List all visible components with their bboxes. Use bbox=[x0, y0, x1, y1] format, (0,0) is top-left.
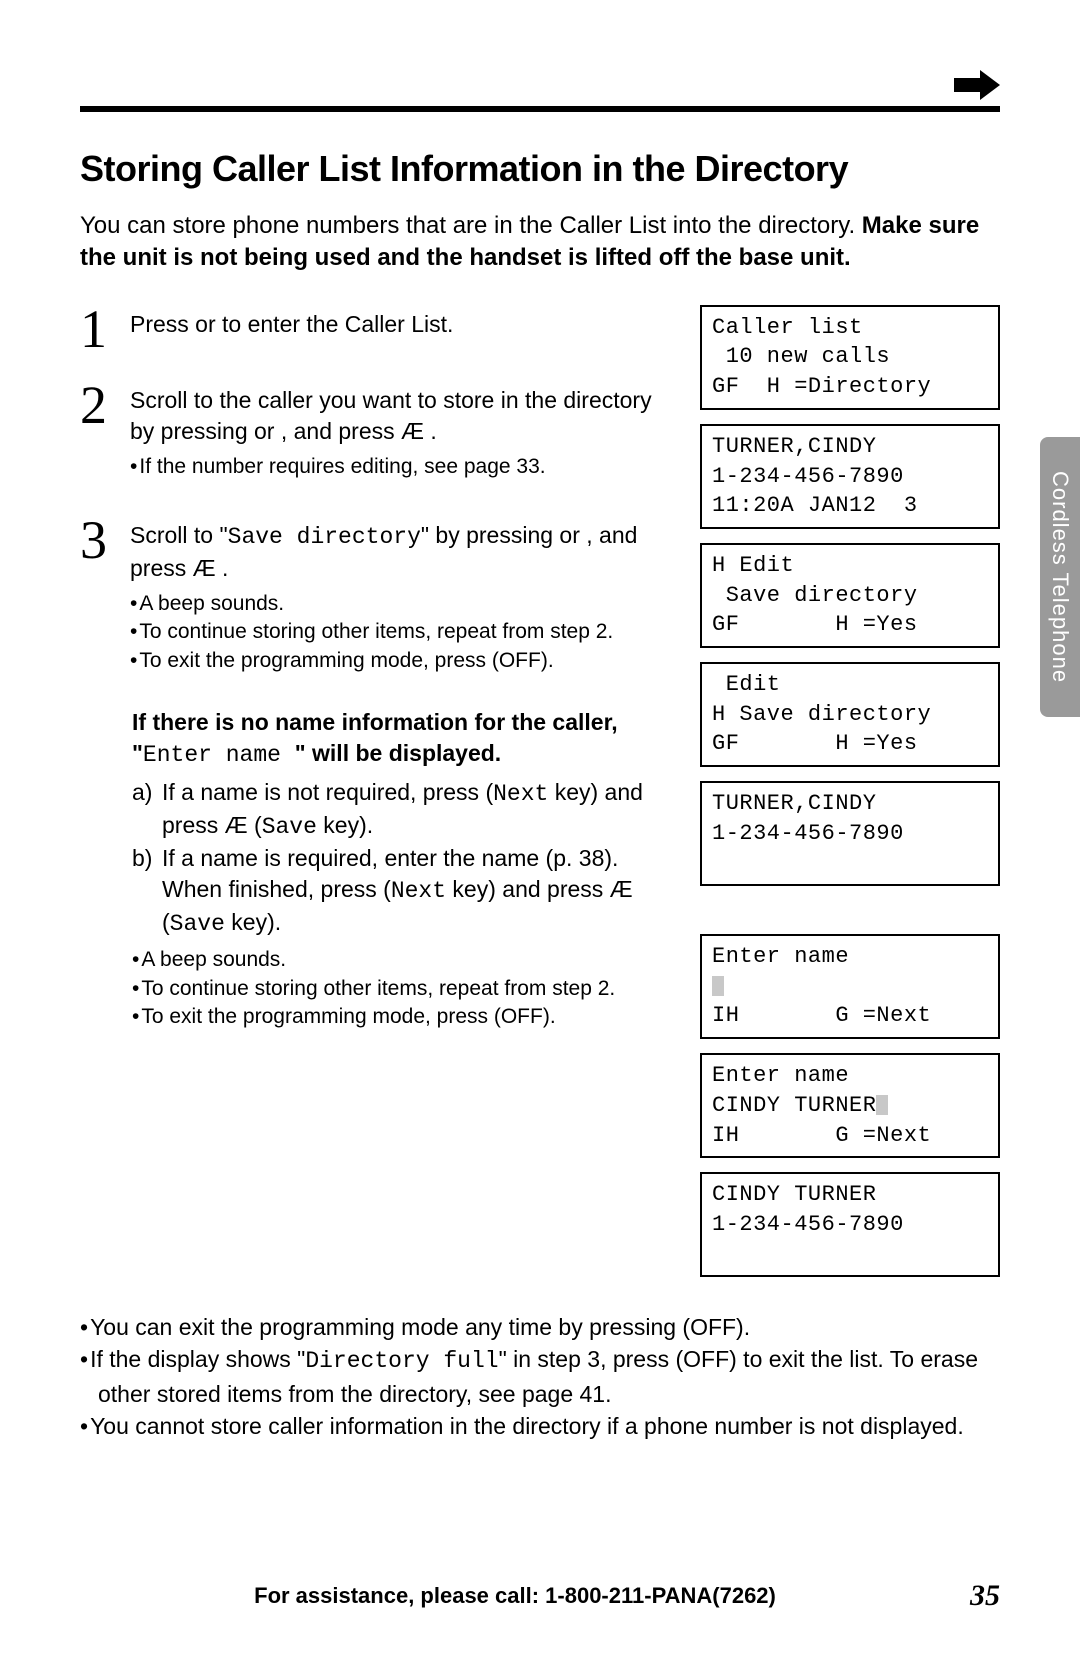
d7-l3: IH G =Next bbox=[712, 1123, 931, 1148]
a-pre: If a name is not required, press ( bbox=[162, 779, 493, 805]
step-3-text-mono: Save directory bbox=[228, 524, 421, 550]
step-number: 2 bbox=[80, 381, 116, 481]
no-name-block: If there is no name information for the … bbox=[80, 703, 672, 1031]
step-2: 2 Scroll to the caller you want to store… bbox=[80, 381, 672, 481]
d7-l2: CINDY TURNER bbox=[712, 1093, 876, 1118]
b-save: Save bbox=[170, 911, 225, 937]
step-1: 1 Press or to enter the Caller List. bbox=[80, 305, 672, 354]
n2-mono: Directory full bbox=[305, 1348, 498, 1374]
lcd-display-1: Caller list 10 new calls GF H =Directory bbox=[700, 305, 1000, 410]
a-next: Next bbox=[493, 781, 548, 807]
lcd-display-6: Enter name IH G =Next bbox=[700, 934, 1000, 1039]
text-cursor-icon bbox=[712, 976, 724, 996]
step-number: 1 bbox=[80, 305, 116, 354]
n2-pre: If the display shows " bbox=[90, 1346, 305, 1372]
step-2-text: Scroll to the caller you want to store i… bbox=[130, 387, 652, 444]
step-3-bullet-1: A beep sounds. bbox=[130, 590, 672, 618]
lcd-display-5: TURNER,CINDY 1-234-456-7890 bbox=[700, 781, 1000, 886]
noname-bullet-2: To continue storing other items, repeat … bbox=[132, 975, 672, 1003]
note-3: You cannot store caller information in t… bbox=[80, 1410, 1000, 1442]
noname-bullet-3: To exit the programming mode, press (OFF… bbox=[132, 1003, 672, 1031]
noname-bullet-1: A beep sounds. bbox=[132, 946, 672, 974]
d6-l3: IH G =Next bbox=[712, 1003, 931, 1028]
continue-arrow-icon bbox=[954, 70, 1000, 100]
lcd-display-3: H Edit Save directory GF H =Yes bbox=[700, 543, 1000, 648]
item-b-label: b) bbox=[132, 843, 162, 940]
noname-mono: Enter name bbox=[143, 742, 295, 768]
lcd-display-8: CINDY TURNER 1-234-456-7890 bbox=[700, 1172, 1000, 1277]
step-1-text: Press or to enter the Caller List. bbox=[130, 305, 453, 354]
section-tab-label: Cordless Telephone bbox=[1047, 471, 1073, 683]
lcd-display-7: Enter name CINDY TURNER IH G =Next bbox=[700, 1053, 1000, 1158]
divider bbox=[80, 106, 1000, 112]
b-post: key). bbox=[225, 909, 281, 935]
intro-paragraph: You can store phone numbers that are in … bbox=[80, 210, 1000, 275]
notes-block: You can exit the programming mode any ti… bbox=[80, 1311, 1000, 1442]
page-title: Storing Caller List Information in the D… bbox=[80, 148, 1000, 190]
d7-l1: Enter name bbox=[712, 1063, 849, 1088]
note-1: You can exit the programming mode any ti… bbox=[80, 1311, 1000, 1343]
step-3-bullet-2: To continue storing other items, repeat … bbox=[130, 618, 672, 646]
step-number: 3 bbox=[80, 516, 116, 675]
page-number: 35 bbox=[950, 1579, 1000, 1613]
lcd-display-4: Edit H Save directory GF H =Yes bbox=[700, 662, 1000, 767]
step-3: 3 Scroll to "Save directory" by pressing… bbox=[80, 516, 672, 675]
a-post: key). bbox=[317, 812, 373, 838]
b-next: Next bbox=[391, 878, 446, 904]
step-3-bullet-3: To exit the programming mode, press (OFF… bbox=[130, 647, 672, 675]
item-a-label: a) bbox=[132, 777, 162, 843]
note-2: If the display shows "Directory full" in… bbox=[80, 1343, 1000, 1409]
step-2-bullet: If the number requires editing, see page… bbox=[130, 453, 672, 481]
section-tab: Cordless Telephone bbox=[1040, 437, 1080, 717]
a-save: Save bbox=[262, 814, 317, 840]
lcd-display-2: TURNER,CINDY 1-234-456-7890 11:20A JAN12… bbox=[700, 424, 1000, 529]
noname-bold-post: " will be displayed. bbox=[295, 740, 501, 766]
text-cursor-icon bbox=[876, 1095, 888, 1115]
intro-text: You can store phone numbers that are in … bbox=[80, 212, 855, 239]
footer-assistance: For assistance, please call: 1-800-211-P… bbox=[80, 1583, 950, 1609]
step-3-text-pre: Scroll to " bbox=[130, 522, 228, 548]
d6-l1: Enter name bbox=[712, 944, 849, 969]
